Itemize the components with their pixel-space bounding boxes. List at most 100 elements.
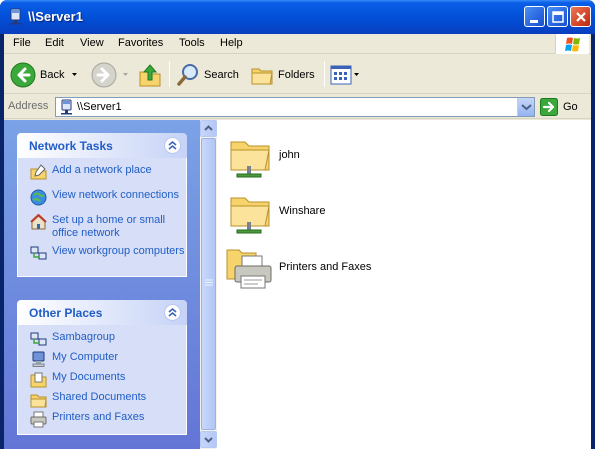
- scroll-down-button[interactable]: [200, 431, 217, 448]
- menu-edit[interactable]: Edit: [45, 37, 64, 49]
- place-label: Sambagroup: [52, 331, 115, 343]
- task-pane-scrollbar[interactable]: [200, 120, 217, 449]
- go-button[interactable]: Go: [540, 97, 588, 117]
- go-label: Go: [563, 101, 578, 113]
- file-name: john: [279, 149, 300, 161]
- address-value: \\Server1: [77, 101, 122, 113]
- dropdown-arrow-icon: [354, 72, 359, 76]
- task-label: Add a network place: [52, 164, 152, 176]
- scroll-thumb[interactable]: [201, 138, 216, 430]
- shared-documents-icon: [30, 394, 47, 408]
- other-places-panel: Other Places Sambagroup My Computer My D…: [17, 300, 187, 435]
- window-title: \\Server1: [28, 9, 83, 24]
- place-printers-and-faxes[interactable]: Printers and Faxes: [18, 411, 186, 428]
- menu-bar: File Edit View Favorites Tools Help: [4, 34, 591, 54]
- task-view-network-connections[interactable]: View network connections: [18, 189, 186, 209]
- shared-folder-icon: [225, 130, 275, 180]
- place-shared-documents[interactable]: Shared Documents: [18, 391, 186, 408]
- panel-title: Network Tasks: [29, 139, 113, 153]
- collapse-button[interactable]: [164, 304, 181, 321]
- share-item-printers-and-faxes[interactable]: Printers and Faxes: [225, 242, 371, 292]
- standard-toolbar: Back Search Folders: [4, 55, 591, 94]
- task-label: View workgroup computers: [52, 245, 185, 257]
- chevron-up-icon: [204, 125, 213, 131]
- chevron-down-icon: [204, 437, 213, 443]
- task-add-network-place[interactable]: Add a network place: [18, 164, 186, 184]
- forward-button[interactable]: [91, 59, 135, 90]
- forward-arrow-icon: [91, 62, 117, 87]
- task-setup-home-network[interactable]: Set up a home or small office network: [18, 214, 186, 240]
- folders-button[interactable]: Folders: [250, 59, 315, 90]
- toolbar-separator: [169, 61, 170, 87]
- search-button[interactable]: Search: [176, 59, 239, 90]
- address-dropdown-button[interactable]: [517, 98, 534, 116]
- search-label: Search: [204, 68, 239, 81]
- place-sambagroup[interactable]: Sambagroup: [18, 331, 186, 346]
- minimize-icon: [530, 20, 538, 23]
- chevron-down-icon: [521, 104, 532, 111]
- task-label: View network connections: [52, 189, 179, 201]
- file-name: Winshare: [279, 205, 326, 217]
- task-view-workgroup-computers[interactable]: View workgroup computers: [18, 245, 186, 265]
- content-area: Network Tasks Add a network place View n…: [4, 120, 591, 449]
- workgroup-icon: [30, 332, 47, 346]
- panel-title: Other Places: [29, 306, 103, 320]
- network-tasks-header[interactable]: Network Tasks: [17, 133, 187, 158]
- scroll-up-button[interactable]: [200, 120, 217, 137]
- printers-folder-icon: [225, 242, 275, 292]
- folders-label: Folders: [278, 68, 315, 81]
- place-my-computer[interactable]: My Computer: [18, 351, 186, 367]
- share-item-winshare[interactable]: Winshare: [225, 186, 325, 236]
- place-label: My Computer: [52, 351, 119, 363]
- other-places-header[interactable]: Other Places: [17, 300, 187, 325]
- my-computer-icon: [32, 351, 45, 367]
- dropdown-arrow-icon: [72, 72, 78, 76]
- collapse-button[interactable]: [164, 137, 181, 154]
- address-bar: Address \\Server1 Go: [4, 95, 591, 119]
- minimize-button[interactable]: [524, 6, 545, 27]
- back-arrow-icon: [10, 62, 36, 87]
- menu-favorites[interactable]: Favorites: [118, 37, 163, 49]
- place-my-documents[interactable]: My Documents: [18, 371, 186, 388]
- close-button[interactable]: [570, 6, 591, 27]
- share-item-john[interactable]: john: [225, 130, 300, 180]
- home-network-icon: [30, 214, 47, 230]
- up-folder-button[interactable]: [138, 59, 162, 90]
- network-tasks-panel: Network Tasks Add a network place View n…: [17, 133, 187, 277]
- maximize-icon: [552, 11, 564, 23]
- back-label: Back: [40, 68, 65, 81]
- folders-icon: [251, 68, 273, 84]
- printer-icon: [30, 411, 47, 428]
- menu-file[interactable]: File: [13, 37, 31, 49]
- close-icon: [576, 12, 586, 22]
- network-tasks-body: Add a network place View network connect…: [17, 158, 187, 277]
- back-button[interactable]: Back: [10, 59, 84, 90]
- dropdown-arrow-icon: [123, 72, 128, 76]
- title-bar[interactable]: \\Server1: [0, 0, 595, 34]
- views-button[interactable]: [329, 59, 363, 90]
- search-icon: [177, 63, 198, 86]
- window-frame: File Edit View Favorites Tools Help Back…: [4, 34, 591, 449]
- file-name: Printers and Faxes: [279, 261, 372, 273]
- network-connections-icon: [30, 189, 47, 206]
- chevron-up-icon: [168, 307, 177, 317]
- menu-help[interactable]: Help: [220, 37, 243, 49]
- maximize-button[interactable]: [547, 6, 568, 27]
- menu-view[interactable]: View: [80, 37, 104, 49]
- network-computer-icon: [10, 8, 21, 25]
- chevron-up-icon: [168, 140, 177, 150]
- place-label: Printers and Faxes: [52, 411, 145, 423]
- toolbar-separator: [324, 61, 325, 87]
- explorer-window: \\Server1 File Edit View Favorites Tools…: [0, 0, 595, 449]
- task-label: Set up a home or small office network: [52, 214, 166, 239]
- add-network-place-icon: [30, 164, 47, 180]
- file-list: john Winshare Printers and Faxes: [219, 120, 591, 449]
- place-label: Shared Documents: [52, 391, 147, 403]
- other-places-body: Sambagroup My Computer My Documents Shar…: [17, 325, 187, 435]
- windows-logo-icon: [555, 34, 589, 54]
- menu-tools[interactable]: Tools: [179, 37, 205, 49]
- shared-folder-icon: [225, 186, 275, 236]
- address-input[interactable]: \\Server1: [55, 97, 535, 117]
- up-folder-icon: [139, 63, 161, 86]
- grip-icon: [205, 279, 213, 286]
